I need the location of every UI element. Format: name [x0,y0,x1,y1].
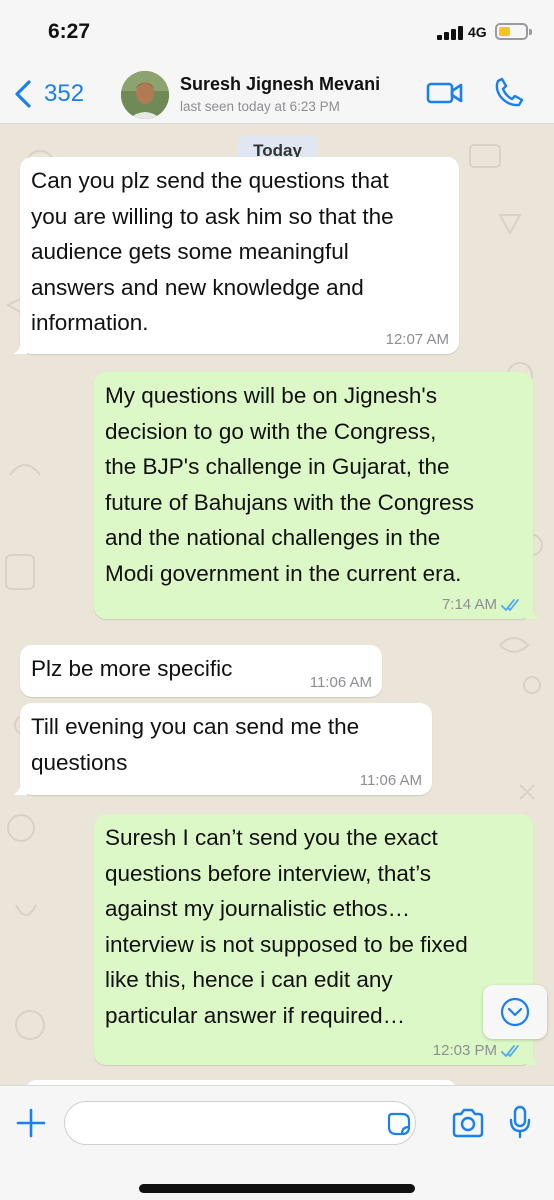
message-text: Plz be more specific [31,656,233,681]
video-call-button[interactable] [426,78,464,108]
chevron-left-icon [15,80,31,108]
contact-name[interactable]: Suresh Jignesh Mevani [180,74,380,95]
message-time: 12:03 PM [432,1042,497,1059]
chat-header: 352 Suresh Jignesh Mevani last seen toda… [0,64,554,124]
message-text: Till evening you can send me the questio… [31,714,360,775]
status-bar: 6:27 4G [0,0,554,64]
avatar[interactable] [121,71,169,119]
chat-area[interactable]: Today Can you plz send the questions tha… [0,125,554,1085]
status-time: 6:27 [48,20,91,43]
microphone-button[interactable] [509,1105,531,1139]
home-indicator [139,1184,415,1193]
double-check-icon [501,598,519,611]
message-meta: 11:06 AM [360,772,422,789]
composer-bar [0,1085,554,1200]
message-meta: 12:07 AM [386,331,449,348]
message-text: Can you plz send the questions that you … [31,168,394,335]
network-type: 4G [468,24,487,40]
message-meta: 7:14 AM [442,596,523,613]
double-check-icon [501,1044,519,1057]
message-bubble-outgoing[interactable]: My questions will be on Jignesh's decisi… [94,372,540,619]
message-bubble-outgoing[interactable]: Suresh I can’t send you the exact questi… [94,814,540,1065]
message-input[interactable] [64,1101,416,1145]
message-time: 11:06 AM [359,772,422,789]
message-time: 7:14 AM [441,596,497,613]
signal-strength-icon [437,26,465,40]
message-bubble-incoming[interactable]: Can you plz send the questions that you … [13,157,459,354]
scroll-to-bottom-button[interactable] [483,985,547,1039]
last-seen-status: last seen today at 6:23 PM [180,99,340,114]
phone-call-button[interactable] [494,76,524,108]
message-meta: 11:06 AM [310,674,372,691]
camera-button[interactable] [451,1108,485,1138]
message-text: Suresh I can’t send you the exact questi… [105,825,468,1028]
attach-button[interactable] [14,1106,48,1140]
sticker-button[interactable] [387,1112,411,1136]
message-time: 11:06 AM [309,674,372,691]
chevron-down-circle-icon [500,997,530,1027]
message-bubble-incoming[interactable]: Plz be more specific 11:06 AM [20,645,382,697]
message-meta: 12:03 PM [433,1042,523,1059]
unread-count: 352 [44,80,85,107]
back-button[interactable]: 352 [12,72,84,116]
message-bubble-incoming[interactable]: Till evening you can send me the questio… [13,703,432,795]
message-text: My questions will be on Jignesh's decisi… [105,383,474,586]
message-time: 12:07 AM [385,331,449,348]
battery-icon [495,23,532,40]
